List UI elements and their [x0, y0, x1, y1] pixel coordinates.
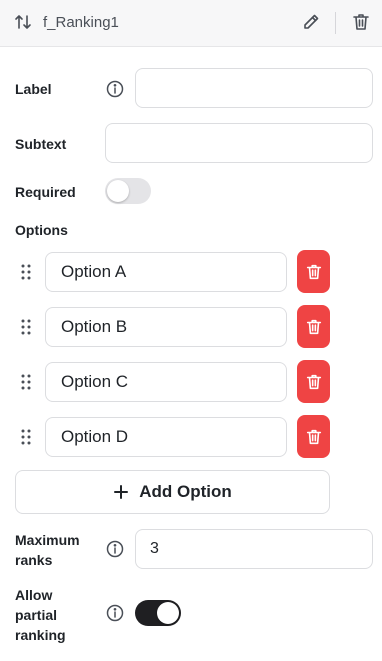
max-ranks-input[interactable]	[135, 529, 373, 569]
label-field-label: Label	[15, 81, 52, 97]
trash-icon	[306, 319, 321, 334]
trash-icon	[306, 264, 321, 279]
drag-handle-icon[interactable]	[20, 318, 32, 336]
option-input[interactable]	[45, 252, 287, 292]
delete-option-button[interactable]	[297, 360, 330, 403]
drag-handle-icon[interactable]	[20, 428, 32, 446]
partial-label-line3: ranking	[15, 627, 66, 643]
partial-ranking-toggle[interactable]	[135, 600, 181, 626]
delete-option-button[interactable]	[297, 250, 330, 293]
add-option-label: Add Option	[139, 482, 232, 501]
trash-icon	[306, 374, 321, 389]
subtext-field-label: Subtext	[15, 136, 67, 152]
delete-option-button[interactable]	[297, 305, 330, 348]
max-ranks-label-line2: ranks	[15, 552, 53, 568]
drag-handle-icon[interactable]	[20, 373, 32, 391]
pencil-icon[interactable]	[301, 12, 321, 32]
option-input[interactable]	[45, 362, 287, 402]
info-icon[interactable]	[106, 80, 124, 98]
option-input[interactable]	[45, 307, 287, 347]
trash-icon[interactable]	[351, 12, 371, 32]
required-toggle[interactable]	[105, 178, 151, 204]
toggle-knob	[157, 602, 179, 624]
plus-icon	[113, 484, 129, 500]
options-heading: Options	[15, 222, 68, 238]
required-label: Required	[15, 184, 76, 200]
subtext-input[interactable]	[105, 123, 373, 163]
add-option-button[interactable]: Add Option	[15, 470, 330, 514]
max-ranks-label-line1: Maximum	[15, 532, 80, 548]
trash-icon	[306, 429, 321, 444]
partial-label-line1: Allow	[15, 587, 53, 603]
sort-arrows-icon[interactable]	[13, 12, 33, 32]
info-icon[interactable]	[106, 604, 124, 622]
info-icon[interactable]	[106, 540, 124, 558]
delete-option-button[interactable]	[297, 415, 330, 458]
drag-handle-icon[interactable]	[20, 263, 32, 281]
header-divider	[335, 12, 336, 34]
toggle-knob	[107, 180, 129, 202]
field-title: f_Ranking1	[43, 14, 119, 31]
field-header: f_Ranking1	[0, 0, 382, 47]
label-input[interactable]	[135, 68, 373, 108]
partial-label-line2: partial	[15, 607, 58, 623]
option-input[interactable]	[45, 417, 287, 457]
